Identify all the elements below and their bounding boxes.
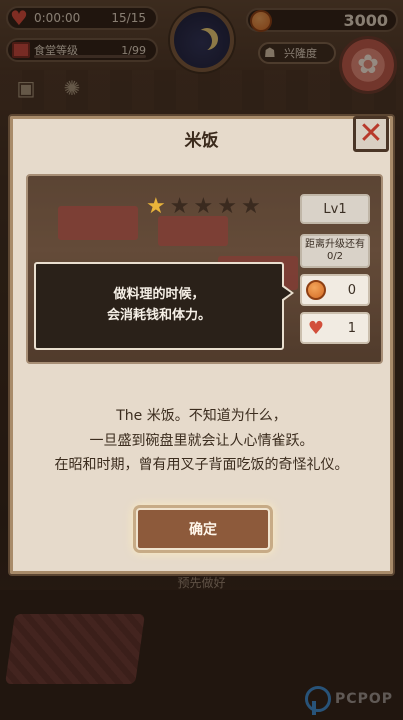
description-line: 一旦盛到碗盘里就会让人心情雀跃。 — [89, 432, 314, 449]
dish-rating: ★ ★ ★ ★ ★ — [146, 196, 261, 218]
coin-icon — [306, 280, 326, 300]
star-empty-icon: ★ — [217, 194, 237, 219]
star-empty-icon: ★ — [193, 194, 214, 219]
dish-level-badge: Lv1 — [300, 194, 370, 224]
upgrade-progress: 0/2 — [326, 251, 344, 262]
coin-cost: 0 — [300, 274, 370, 306]
heart-icon: ♥ — [307, 317, 325, 339]
dish-description: The 米饭。不知道为什么， 一旦盛到碗盘里就会让人心情雀跃。 在昭和时期，曾有… — [10, 404, 393, 478]
close-icon: ✕ — [358, 116, 384, 151]
tooltip-line: 会消耗钱和体力。 — [106, 308, 211, 323]
cost-tooltip: 做料理的时候， 会消耗钱和体力。 — [34, 262, 294, 350]
stamina-cost: ♥ 1 — [300, 312, 370, 344]
tooltip-line: 做料理的时候， — [113, 287, 205, 303]
description-line: The 米饭。不知道为什么， — [116, 408, 287, 424]
confirm-button[interactable]: 确定 — [136, 508, 270, 550]
close-button[interactable]: ✕ — [353, 116, 389, 152]
upgrade-label: 距离升级还有 — [305, 238, 365, 250]
star-empty-icon: ★ — [240, 194, 261, 219]
upgrade-progress-box: 距离升级还有 0/2 — [300, 234, 370, 268]
star-empty-icon: ★ — [169, 194, 190, 219]
stamina-cost-value: 1 — [347, 320, 356, 336]
coin-cost-value: 0 — [347, 282, 356, 298]
dialog-header: 米饭 — [10, 116, 393, 160]
star-filled-icon: ★ — [146, 194, 166, 219]
description-line: 在昭和时期，曾有用叉子背面吃饭的奇怪礼仪。 — [54, 457, 349, 473]
dialog-title: 米饭 — [184, 130, 219, 151]
